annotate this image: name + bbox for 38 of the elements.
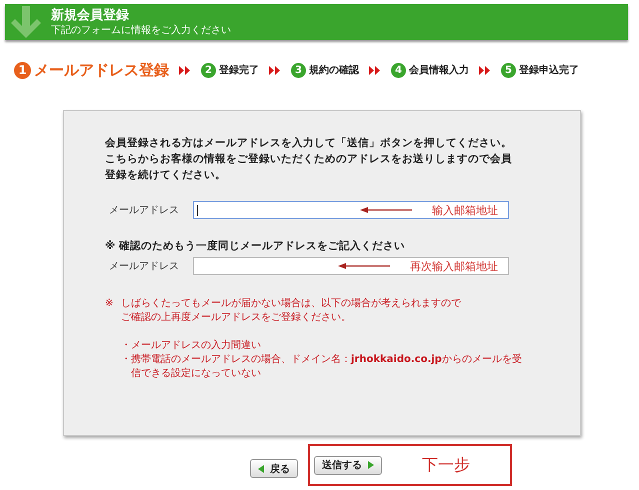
submit-button[interactable]: 送信する bbox=[314, 456, 382, 474]
warning-text: しばらくたってもメールが届かない場合は、以下の場合が考えられますので ご確認の上再度メールアドレスをご登録ください。 bbox=[121, 297, 462, 325]
step-label: 登録申込完了 bbox=[519, 63, 579, 77]
annotation-text: 输入邮箱地址 bbox=[432, 202, 498, 218]
arrow-icon bbox=[360, 207, 412, 213]
step-label: 会員情報入力 bbox=[409, 64, 469, 77]
right-triangle-icon bbox=[368, 461, 374, 469]
step-number: 3 bbox=[291, 62, 306, 78]
down-arrow-icon bbox=[11, 6, 41, 38]
field-label: メールアドレス bbox=[108, 260, 180, 273]
confirm-note: ※ 確認のためもう一度同じメールアドレスをご記入ください bbox=[105, 239, 406, 253]
page-subtitle: 下記のフォームに情報をご入力ください bbox=[51, 24, 231, 36]
bullet: ・ bbox=[121, 339, 131, 353]
reason-text: 携帯電話のメールアドレスの場合、ドメイン名：jrhokkaido.co.jpからのメールを受 信できる設定になっていない bbox=[131, 353, 522, 381]
bullet: ・ bbox=[121, 353, 131, 367]
step-label: メールアドレス登録 bbox=[34, 60, 169, 80]
annotation-text: 再次输入邮箱地址 bbox=[410, 258, 498, 274]
left-triangle-icon bbox=[258, 464, 264, 472]
email-field[interactable]: 再次输入邮箱地址 bbox=[193, 257, 509, 275]
step-number: 5 bbox=[501, 62, 516, 78]
step-number: 2 bbox=[201, 62, 216, 78]
reason-text: メールアドレスの入力間違い bbox=[131, 339, 261, 353]
back-button[interactable]: 戻る bbox=[250, 459, 298, 478]
step-number: 1 bbox=[14, 62, 31, 78]
double-chevron-icon bbox=[369, 66, 381, 74]
intro-text: 会員登録される方はメールアドレスを入力して「送信」ボタンを押してください。 こちらからお客様の情報をご登録いただくためのアドレスをお送りしますので会員 登録を続けてください。 bbox=[105, 136, 513, 183]
email-field[interactable]: 输入邮箱地址 bbox=[193, 201, 509, 219]
double-chevron-icon bbox=[269, 66, 281, 74]
step-number: 4 bbox=[391, 62, 406, 78]
warning-mark: ※ bbox=[105, 297, 114, 311]
double-chevron-icon bbox=[179, 66, 191, 74]
step-label: 登録完了 bbox=[219, 63, 259, 77]
double-chevron-icon bbox=[479, 66, 491, 74]
annotation-text: 下一步 bbox=[422, 454, 470, 476]
field-label: メールアドレス bbox=[108, 204, 180, 217]
arrow-icon bbox=[338, 263, 390, 269]
step-label: 規約の確認 bbox=[309, 64, 359, 77]
page-title: 新規会員登録 bbox=[51, 8, 130, 24]
